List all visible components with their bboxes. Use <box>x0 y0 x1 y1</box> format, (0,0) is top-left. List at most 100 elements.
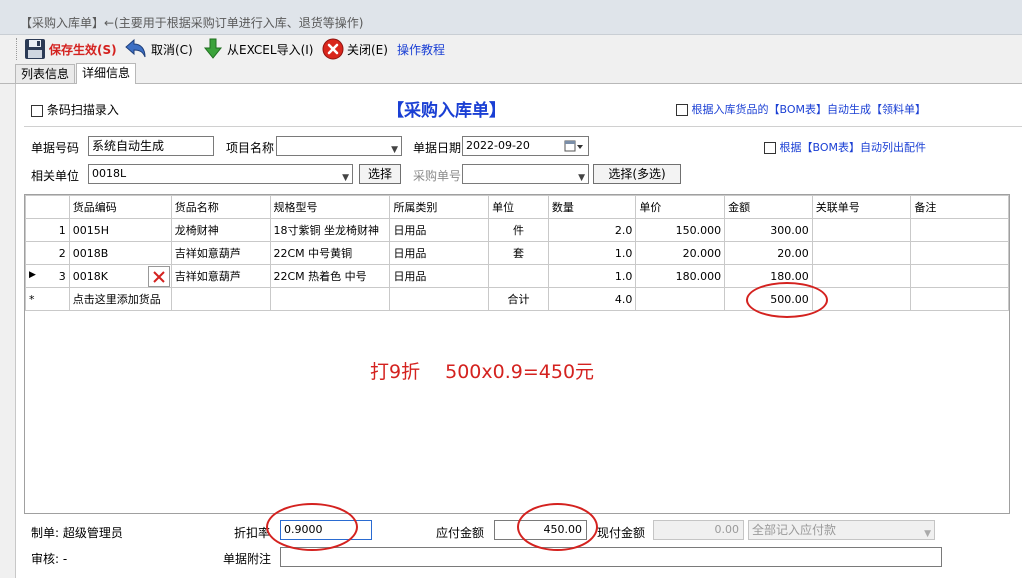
bom-list-option[interactable]: 根据【BOM表】自动列出配件 <box>764 139 926 155</box>
cell-ref[interactable] <box>811 218 912 242</box>
auto-bom-option[interactable]: 根据入库货品的【BOM表】自动生成【领料单】 <box>676 101 926 117</box>
cell-code[interactable]: 0018K <box>68 264 172 288</box>
page-title: 【采购入库单】 <box>387 101 506 121</box>
project-label: 项目名称 <box>226 141 275 155</box>
project-select[interactable]: ▼ <box>276 136 402 156</box>
payable-label: 应付金额 <box>436 526 485 540</box>
payable-highlight <box>517 503 598 551</box>
row-header-corner <box>25 195 70 219</box>
auditor-info: 审核: - <box>31 550 67 567</box>
tutorial-link[interactable]: 操作教程 <box>397 38 445 60</box>
discount-highlight <box>266 503 358 551</box>
chevron-down-icon: ▼ <box>578 173 585 183</box>
cell-name[interactable]: 龙椅财神 <box>170 218 271 242</box>
col-header-amount[interactable]: 金额 <box>724 195 813 219</box>
close-label: 关闭(E) <box>347 42 388 57</box>
floppy-disk-icon <box>25 39 45 59</box>
col-header-code[interactable]: 货品编码 <box>68 195 172 219</box>
cell-note[interactable] <box>910 218 1009 242</box>
barcode-scan-option[interactable]: 条码扫描录入 <box>31 101 119 118</box>
maker-info: 制单: 超级管理员 <box>31 524 123 541</box>
cell-spec[interactable]: 18寸紫铜 坐龙椅财神 <box>269 218 391 242</box>
undo-arrow-icon <box>125 38 146 58</box>
cell-name[interactable]: 吉祥如意葫芦 <box>170 264 271 288</box>
cell-unit[interactable] <box>488 264 549 288</box>
table-row[interactable]: 2 0018B 吉祥如意葫芦 22CM 中号黄铜 日用品 套 1.0 20.00… <box>25 241 1009 265</box>
doc-no-field[interactable]: 系统自动生成 <box>88 136 214 156</box>
bom-list-checkbox[interactable] <box>764 142 776 154</box>
table-row[interactable]: ▶ 3 0018K 吉祥如意葫芦 22CM 热着色 中号 日用品 1.0 180.… <box>25 264 1009 288</box>
cancel-button[interactable]: 取消(C) <box>124 38 193 60</box>
cell-unit[interactable]: 套 <box>488 241 549 265</box>
tab-detail-info[interactable]: 详细信息 <box>76 63 137 84</box>
cell-price[interactable]: 150.000 <box>635 218 726 242</box>
calendar-dropdown-icon[interactable] <box>564 140 584 152</box>
cell-spec[interactable]: 22CM 中号黄铜 <box>269 241 391 265</box>
cell-category[interactable]: 日用品 <box>389 264 490 288</box>
total-qty: 4.0 <box>547 287 637 311</box>
row-index[interactable]: 2 <box>25 241 70 265</box>
cell-category[interactable]: 日用品 <box>389 218 490 242</box>
cell-code-value: 0018K <box>72 269 108 283</box>
chevron-down-icon: ▼ <box>924 529 931 539</box>
cell-code[interactable]: 0018B <box>68 241 172 265</box>
bom-list-label: 根据【BOM表】自动列出配件 <box>779 141 927 154</box>
cell-category[interactable]: 日用品 <box>389 241 490 265</box>
toolbar: 保存生效(S) 取消(C) 从EXCEL导入(I) 关闭(E) 操作教程 <box>0 35 1022 63</box>
barcode-scan-label: 条码扫描录入 <box>46 103 119 117</box>
cell-price[interactable]: 180.000 <box>635 264 726 288</box>
unit-select[interactable]: 0018L ▼ <box>88 164 353 184</box>
col-header-spec[interactable]: 规格型号 <box>269 195 391 219</box>
tab-strip: 列表信息 详细信息 <box>0 63 1022 84</box>
select-unit-button[interactable]: 选择 <box>359 164 401 184</box>
cell-amount[interactable]: 300.00 <box>724 218 813 242</box>
col-header-qty[interactable]: 数量 <box>547 195 637 219</box>
maker-label: 制单: <box>31 526 60 540</box>
header-divider <box>24 126 1022 127</box>
col-header-category[interactable]: 所属类别 <box>389 195 490 219</box>
col-header-price[interactable]: 单价 <box>635 195 726 219</box>
cell-qty[interactable]: 2.0 <box>547 218 637 242</box>
import-label: 从EXCEL导入(I) <box>227 42 314 57</box>
po-label: 采购单号 <box>413 169 462 183</box>
cell-ref[interactable] <box>811 241 912 265</box>
col-header-unit[interactable]: 单位 <box>488 195 549 219</box>
col-header-ref[interactable]: 关联单号 <box>811 195 912 219</box>
cell-name[interactable]: 吉祥如意葫芦 <box>170 241 271 265</box>
cell-price[interactable]: 20.000 <box>635 241 726 265</box>
barcode-scan-checkbox[interactable] <box>31 104 43 117</box>
add-item-hint[interactable]: 点击这里添加货品 <box>68 287 172 311</box>
discount-label: 折扣率 <box>234 526 271 540</box>
auto-bom-checkbox[interactable] <box>676 104 688 116</box>
select-multi-button[interactable]: 选择(多选) <box>593 164 681 184</box>
date-value: 2022-09-20 <box>466 139 530 152</box>
close-button[interactable]: 关闭(E) <box>322 38 388 60</box>
tab-list-info[interactable]: 列表信息 <box>15 64 76 83</box>
col-header-note[interactable]: 备注 <box>910 195 1009 219</box>
cell-amount[interactable]: 20.00 <box>724 241 813 265</box>
delete-row-icon[interactable] <box>147 266 170 287</box>
cancel-label: 取消(C) <box>151 42 193 57</box>
cell-spec[interactable]: 22CM 热着色 中号 <box>269 264 391 288</box>
items-grid[interactable]: 货品编码 货品名称 规格型号 所属类别 单位 数量 单价 金额 关联单号 备注 … <box>24 194 1010 514</box>
cell-note[interactable] <box>910 264 1009 288</box>
cell-unit[interactable]: 件 <box>488 218 549 242</box>
unit-value: 0018L <box>92 167 127 180</box>
red-x-icon <box>152 270 165 283</box>
po-select[interactable]: ▼ <box>462 164 589 184</box>
row-index[interactable]: ▶ 3 <box>25 264 70 288</box>
date-field[interactable]: 2022-09-20 <box>462 136 589 156</box>
cell-qty[interactable]: 1.0 <box>547 264 637 288</box>
row-index[interactable]: 1 <box>25 218 70 242</box>
cell-qty[interactable]: 1.0 <box>547 241 637 265</box>
total-amount-highlight <box>746 282 828 318</box>
note-field[interactable] <box>280 547 942 567</box>
save-button[interactable]: 保存生效(S) <box>24 38 117 60</box>
table-total-row: * 点击这里添加货品 合计 4.0 500.00 <box>25 287 1009 311</box>
cell-ref[interactable] <box>811 264 912 288</box>
cell-code[interactable]: 0015H <box>68 218 172 242</box>
cell-note[interactable] <box>910 241 1009 265</box>
col-header-name[interactable]: 货品名称 <box>170 195 271 219</box>
import-excel-button[interactable]: 从EXCEL导入(I) <box>202 38 313 60</box>
table-row[interactable]: 1 0015H 龙椅财神 18寸紫铜 坐龙椅财神 日用品 件 2.0 150.0… <box>25 218 1009 242</box>
